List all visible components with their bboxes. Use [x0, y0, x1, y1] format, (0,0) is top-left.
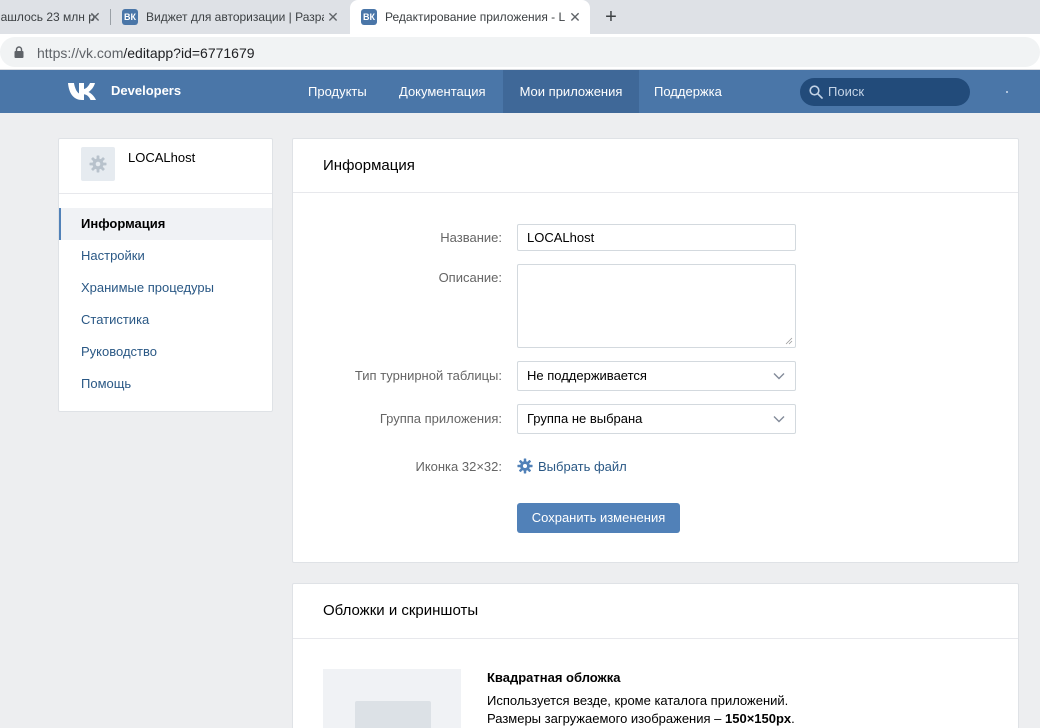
browser-tab-search[interactable]: нашлось 23 млн р ✕ — [0, 0, 110, 34]
sidebar-item-guide[interactable]: Руководство — [59, 336, 272, 368]
vk-header: Developers Продукты Документация Мои при… — [0, 70, 1040, 113]
search-input[interactable]: Поиск — [800, 78, 970, 106]
square-cover-title: Квадратная обложка — [487, 670, 621, 685]
square-cover-description: Используется везде, кроме каталога прило… — [487, 693, 789, 708]
search-icon — [809, 85, 823, 99]
tab-title: нашлось 23 млн р — [0, 10, 95, 24]
choose-file-link[interactable]: Выбрать файл — [517, 458, 627, 474]
chevron-down-icon — [773, 373, 785, 380]
square-cover-size: Размеры загружаемого изображения – 150×1… — [487, 711, 795, 726]
search-placeholder: Поиск — [828, 84, 865, 99]
brand-name[interactable]: Developers — [111, 83, 181, 98]
sidebar-item-stored-procedures[interactable]: Хранимые процедуры — [59, 272, 272, 304]
profile-menu-dot[interactable] — [1006, 91, 1008, 93]
name-input[interactable]: LOCALhost — [517, 224, 796, 251]
new-tab-plus-icon[interactable]: + — [600, 6, 622, 28]
browser-tab-bar: нашлось 23 млн р ✕ ВК Виджет для авториз… — [0, 0, 1040, 34]
tab-title: Виджет для авторизации | Разраб — [146, 10, 324, 24]
app-sidebar: LOCALhost Информация Настройки Хранимые … — [58, 138, 273, 412]
browser-tab-widget[interactable]: ВК Виджет для авторизации | Разраб ✕ — [112, 0, 348, 34]
tab-title: Редактирование приложения - LO — [385, 10, 565, 24]
card-title: Обложки и скриншоты — [323, 602, 479, 619]
app-icon — [81, 147, 115, 181]
sidebar-item-help[interactable]: Помощь — [59, 368, 272, 400]
name-label: Название: — [440, 230, 502, 245]
close-icon[interactable]: ✕ — [568, 10, 582, 24]
url-text: https://vk.com/editapp?id=6771679 — [37, 45, 255, 61]
tab-divider — [110, 9, 111, 25]
image-placeholder-icon — [355, 701, 431, 728]
sidebar-item-statistics[interactable]: Статистика — [59, 304, 272, 336]
divider — [293, 192, 1018, 193]
vk-favicon-icon: ВК — [122, 9, 138, 25]
square-cover-placeholder[interactable] — [323, 669, 461, 728]
nav-my-apps[interactable]: Мои приложения — [503, 70, 639, 113]
leaderboard-type-label: Тип турнирной таблицы: — [354, 368, 502, 383]
app-name: LOCALhost — [128, 150, 196, 165]
description-label: Описание: — [438, 270, 502, 285]
select-value: Не поддерживается — [527, 368, 647, 383]
sidebar-item-information[interactable]: Информация — [59, 208, 272, 240]
save-changes-button[interactable]: Сохранить изменения — [517, 503, 680, 533]
divider — [59, 193, 272, 194]
gear-icon — [89, 155, 107, 173]
lock-icon — [14, 46, 24, 58]
address-bar: https://vk.com/editapp?id=6771679 — [0, 34, 1040, 70]
description-textarea[interactable] — [517, 264, 796, 348]
divider — [293, 638, 1018, 639]
vk-favicon-icon: ВК — [361, 9, 377, 25]
icon-label: Иконка 32×32: — [415, 459, 502, 474]
nav-documentation[interactable]: Документация — [384, 70, 501, 113]
leaderboard-type-select[interactable]: Не поддерживается — [517, 361, 796, 391]
covers-card: Обложки и скриншоты Квадратная обложка И… — [292, 583, 1019, 728]
sidebar-item-settings[interactable]: Настройки — [59, 240, 272, 272]
app-group-label: Группа приложения: — [379, 411, 502, 426]
resize-grip-icon[interactable] — [785, 337, 793, 345]
choose-file-text: Выбрать файл — [538, 458, 627, 474]
app-group-select[interactable]: Группа не выбрана — [517, 404, 796, 434]
card-title: Информация — [323, 157, 415, 174]
nav-products[interactable]: Продукты — [293, 70, 382, 113]
close-icon[interactable]: ✕ — [88, 10, 102, 24]
select-value: Группа не выбрана — [527, 411, 643, 426]
browser-tab-editapp[interactable]: ВК Редактирование приложения - LO ✕ — [350, 0, 590, 34]
gear-icon — [517, 458, 533, 474]
nav-support[interactable]: Поддержка — [639, 70, 737, 113]
information-card: Информация — [292, 138, 1019, 563]
close-icon[interactable]: ✕ — [326, 10, 340, 24]
url-field[interactable]: https://vk.com/editapp?id=6771679 — [0, 37, 1040, 67]
chevron-down-icon — [773, 416, 785, 423]
vk-logo-icon[interactable] — [67, 81, 101, 101]
